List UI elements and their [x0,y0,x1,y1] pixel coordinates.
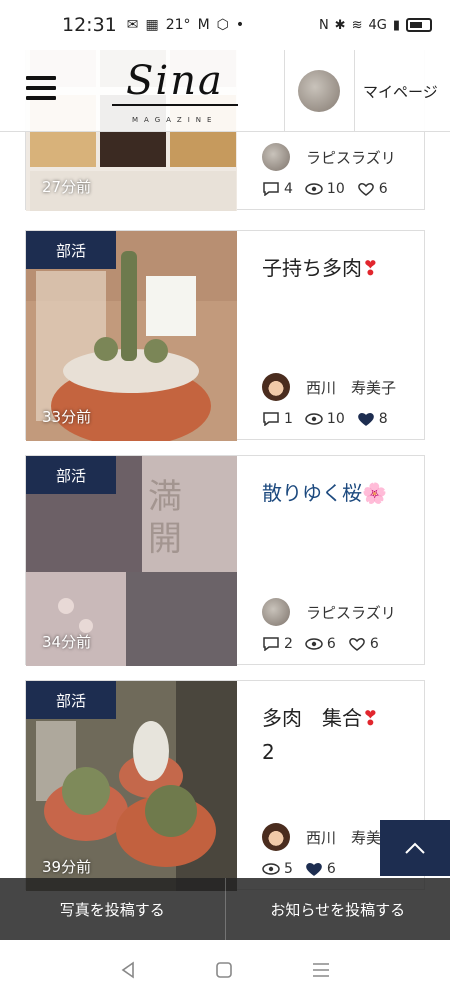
logo-underline [112,104,238,106]
comment-count: 1 [284,411,293,427]
status-icons: ✉ ▦ 21° M ⬡ • [127,17,244,33]
box-icon: ⬡ [216,17,229,33]
article-stats: 2 6 6 [262,636,379,652]
post-time: 34分前 [42,633,92,651]
article-thumbnail: 部活 39分前 [26,681,237,891]
app-icon: ▦ [145,17,159,33]
notification-icon: ✉ [126,17,139,33]
mypage-button[interactable]: マイページ [284,50,450,132]
comment-icon [263,412,279,426]
temperature: 21° [165,17,191,33]
network-type: 4G [368,17,387,33]
svg-text:満: 満 [148,477,182,517]
post-news-button[interactable]: お知らせを投稿する [224,878,450,940]
heart-outline-icon[interactable] [348,637,366,651]
dot-icon: • [235,17,245,33]
heart-exclamation-icon: ❣ [362,706,379,730]
article-card[interactable]: 満 開 部活 34分前 散りゆく桜🌸 ラピスラズリ 2 6 6 [25,455,425,666]
volte-icon: ≋ [351,17,363,33]
article-stats: 1 10 8 [262,411,388,427]
menu-icon[interactable] [26,76,56,100]
view-icon [305,413,323,425]
chevron-up-icon [405,842,425,854]
cherry-blossom-icon: 🌸 [362,481,387,505]
author-avatar [262,823,290,851]
comment-count: 4 [284,181,293,197]
view-count: 6 [326,636,336,652]
author-name: ラピスラズリ [306,603,396,622]
comment-icon [263,182,279,196]
author-name: ラピスラズリ [306,148,396,167]
article-author[interactable]: 西川 寿美子 [262,373,396,401]
logo-subtitle: MAGAZINE [132,116,218,124]
article-author[interactable]: ラピスラズリ [262,598,396,626]
home-icon[interactable] [214,960,234,980]
system-nav-bar [0,940,450,1000]
article-thumbnail: 満 開 部活 34分前 [26,456,237,666]
author-avatar [262,143,290,171]
status-bar: 12:31 ✉ ▦ 21° M ⬡ • N ✱ ≋ 4G ▮ [0,0,450,50]
divider [354,50,355,132]
like-count: 6 [378,181,388,197]
status-right: N ✱ ≋ 4G ▮ [319,18,432,33]
author-avatar [262,373,290,401]
back-icon[interactable] [118,960,138,980]
author-name: 西川 寿美子 [306,378,397,397]
article-author[interactable]: 西川 寿美 [262,823,381,851]
view-icon [305,183,323,195]
mail-icon: M [197,17,210,33]
view-icon [305,638,323,650]
comment-icon [263,637,279,651]
article-author[interactable]: ラピスラズリ [262,143,396,171]
recents-icon[interactable] [310,960,332,980]
like-count: 6 [326,861,336,877]
user-avatar [298,70,340,112]
title-text: 多肉 集合 [262,706,362,730]
view-count: 5 [284,861,293,877]
article-card[interactable]: 部活 39分前 多肉 集合❣ 2 西川 寿美 5 6 [25,680,425,891]
heart-filled-icon[interactable] [305,862,323,876]
nfc-icon: N [318,17,329,33]
article-title[interactable]: 多肉 集合❣ 2 [262,701,422,769]
heart-outline-icon[interactable] [357,182,375,196]
signal-icon: ▮ [392,17,400,33]
heart-filled-icon[interactable] [357,412,375,426]
like-count: 6 [369,636,379,652]
svg-text:開: 開 [148,519,182,559]
category-badge[interactable]: 部活 [26,231,116,269]
post-action-bar: 写真を投稿する お知らせを投稿する [0,878,450,940]
title-text: 子持ち多肉 [262,256,362,280]
view-count: 10 [326,181,345,197]
heart-exclamation-icon: ❣ [362,256,379,280]
article-title[interactable]: 子持ち多肉❣ [262,251,422,285]
post-photo-button[interactable]: 写真を投稿する [0,878,225,940]
article-stats: 5 6 [262,861,336,877]
category-badge[interactable]: 部活 [26,681,116,719]
logo-wordmark: Sina [126,58,224,104]
scroll-top-button[interactable] [380,820,450,876]
like-count: 8 [378,411,388,427]
article-stats: 4 10 6 [262,181,388,197]
bluetooth-icon: ✱ [334,17,346,33]
author-name: 西川 寿美 [306,828,382,847]
category-badge[interactable]: 部活 [26,456,116,494]
title-text-line2: 2 [262,740,275,764]
app-header: Sina MAGAZINE マイページ [0,50,450,132]
article-title[interactable]: 散りゆく桜🌸 [262,476,422,510]
article-thumbnail: 部活 33分前 [26,231,237,441]
post-time: 39分前 [42,858,92,876]
post-time: 27分前 [42,178,92,196]
battery-icon [406,18,432,32]
article-card[interactable]: 部活 33分前 子持ち多肉❣ 西川 寿美子 1 10 8 [25,230,425,441]
comment-count: 2 [284,636,293,652]
site-logo[interactable]: Sina MAGAZINE [112,56,242,128]
post-time: 33分前 [42,408,92,426]
author-avatar [262,598,290,626]
mypage-label: マイページ [363,82,438,101]
title-text: 散りゆく桜 [262,481,362,505]
view-icon [262,863,280,875]
status-time: 12:31 [62,14,117,36]
view-count: 10 [326,411,345,427]
